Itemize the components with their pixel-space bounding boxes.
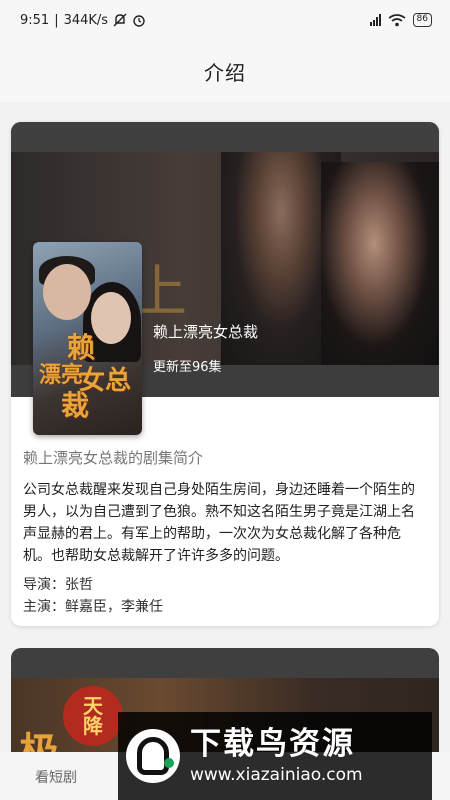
banner-actress-figure: [321, 162, 439, 365]
update-status: 更新至96集: [153, 360, 222, 375]
watermark-title: 下载鸟资源: [190, 726, 355, 762]
watermark-url: www.xiazainiao.com: [190, 765, 363, 785]
next-card-top-strip: [11, 648, 439, 678]
wifi-icon: [388, 13, 406, 26]
alarm-icon: [133, 15, 145, 27]
banner-top-strip: [11, 122, 439, 152]
status-bar: 9:51 | 344K/s 86: [0, 0, 450, 40]
poster-actor-face: [43, 264, 91, 320]
poster-logo-char: 漂亮: [39, 362, 84, 388]
drama-card: 上 赖上漂亮女总裁 更新至96集 赖 漂亮 女总 裁 赖上漂亮女总裁的剧集简介 …: [11, 122, 439, 626]
status-separator: |: [54, 12, 59, 28]
battery-icon: 86: [412, 13, 432, 27]
cast-credit: 主演：鲜嘉臣，李兼任: [23, 599, 163, 615]
poster-logo-char: 赖: [67, 331, 96, 364]
status-right: 86: [369, 13, 432, 27]
seal-char-bottom: 降: [83, 714, 103, 738]
seal-char-top: 天: [83, 694, 103, 718]
signal-icon: [369, 14, 381, 26]
mute-icon: [113, 13, 127, 27]
drama-poster[interactable]: 赖 漂亮 女总 裁: [33, 242, 142, 435]
tab-short-drama[interactable]: 看短剧: [35, 767, 77, 787]
status-time: 9:51: [20, 12, 50, 28]
page-header: 介绍: [0, 40, 450, 102]
director-credit: 导演：张哲: [23, 577, 93, 593]
network-speed: 344K/s: [63, 12, 109, 28]
watermark-bird-icon: [126, 729, 180, 783]
watermark-text: 下载鸟资源 www.xiazainiao.com: [190, 725, 363, 787]
page-title: 介绍: [204, 60, 246, 85]
next-card-seal: 天 降: [63, 686, 123, 746]
poster-title-logo: 赖 漂亮 女总 裁: [39, 334, 139, 424]
status-left: 9:51 | 344K/s: [20, 13, 146, 28]
poster-logo-char: 裁: [61, 389, 90, 422]
synopsis-text: 公司女总裁醒来发现自己身处陌生房间，身边还睡着一个陌生的男人，以为自己遭到了色狼…: [23, 482, 415, 564]
watermark-overlay: 下载鸟资源 www.xiazainiao.com: [118, 712, 432, 800]
synopsis-heading: 赖上漂亮女总裁的剧集简介: [23, 449, 204, 467]
drama-title: 赖上漂亮女总裁: [153, 323, 259, 341]
